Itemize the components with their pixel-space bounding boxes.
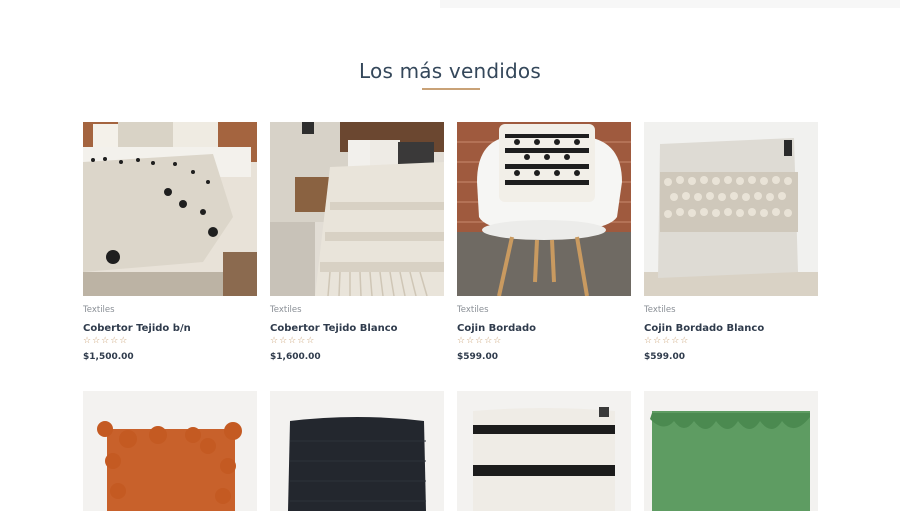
product-category: Textiles: [270, 305, 302, 315]
product-category: Textiles: [644, 305, 676, 315]
rating-stars: ☆☆☆☆☆: [457, 336, 503, 346]
product-card[interactable]: [644, 391, 818, 511]
product-card[interactable]: Textiles Cojin Bordado ☆☆☆☆☆ $599.00: [457, 122, 631, 363]
product-row: [83, 391, 819, 511]
product-price: $599.00: [457, 352, 498, 362]
product-name[interactable]: Cojin Bordado: [457, 322, 631, 335]
product-price: $1,600.00: [270, 352, 321, 362]
product-card[interactable]: [457, 391, 631, 511]
rating-stars: ☆☆☆☆☆: [83, 336, 129, 346]
product-image-chair-cushion[interactable]: [457, 122, 631, 296]
product-category: Textiles: [457, 305, 489, 315]
product-image-bed-blanket[interactable]: [83, 122, 257, 296]
product-card[interactable]: [83, 391, 257, 511]
product-image-cushion[interactable]: [644, 122, 818, 296]
rating-stars: ☆☆☆☆☆: [270, 336, 316, 346]
product-name[interactable]: Cojin Bordado Blanco: [644, 322, 818, 335]
product-image-orange-pompom-cushion[interactable]: [83, 391, 257, 511]
product-card[interactable]: Textiles Cobertor Tejido b/n ☆☆☆☆☆ $1,50…: [83, 122, 257, 363]
product-name[interactable]: Cobertor Tejido b/n: [83, 322, 257, 335]
product-card[interactable]: Textiles Cobertor Tejido Blanco ☆☆☆☆☆ $1…: [270, 122, 444, 363]
product-image-black-cushion[interactable]: [270, 391, 444, 511]
title-divider: [422, 88, 480, 90]
rating-stars: ☆☆☆☆☆: [644, 336, 690, 346]
product-price: $1,500.00: [83, 352, 134, 362]
section-title: Los más vendidos: [359, 58, 541, 83]
product-image-green-fringe-cushion[interactable]: [644, 391, 818, 511]
product-name[interactable]: Cobertor Tejido Blanco: [270, 322, 444, 335]
product-category: Textiles: [83, 305, 115, 315]
top-bar: [440, 0, 900, 8]
product-card[interactable]: [270, 391, 444, 511]
product-grid: Textiles Cobertor Tejido b/n ☆☆☆☆☆ $1,50…: [83, 122, 819, 511]
product-image-striped-cushion[interactable]: [457, 391, 631, 511]
product-price: $599.00: [644, 352, 685, 362]
product-row: Textiles Cobertor Tejido b/n ☆☆☆☆☆ $1,50…: [83, 122, 819, 363]
product-card[interactable]: Textiles Cojin Bordado Blanco ☆☆☆☆☆ $599…: [644, 122, 818, 363]
product-image-bed-blanket[interactable]: [270, 122, 444, 296]
